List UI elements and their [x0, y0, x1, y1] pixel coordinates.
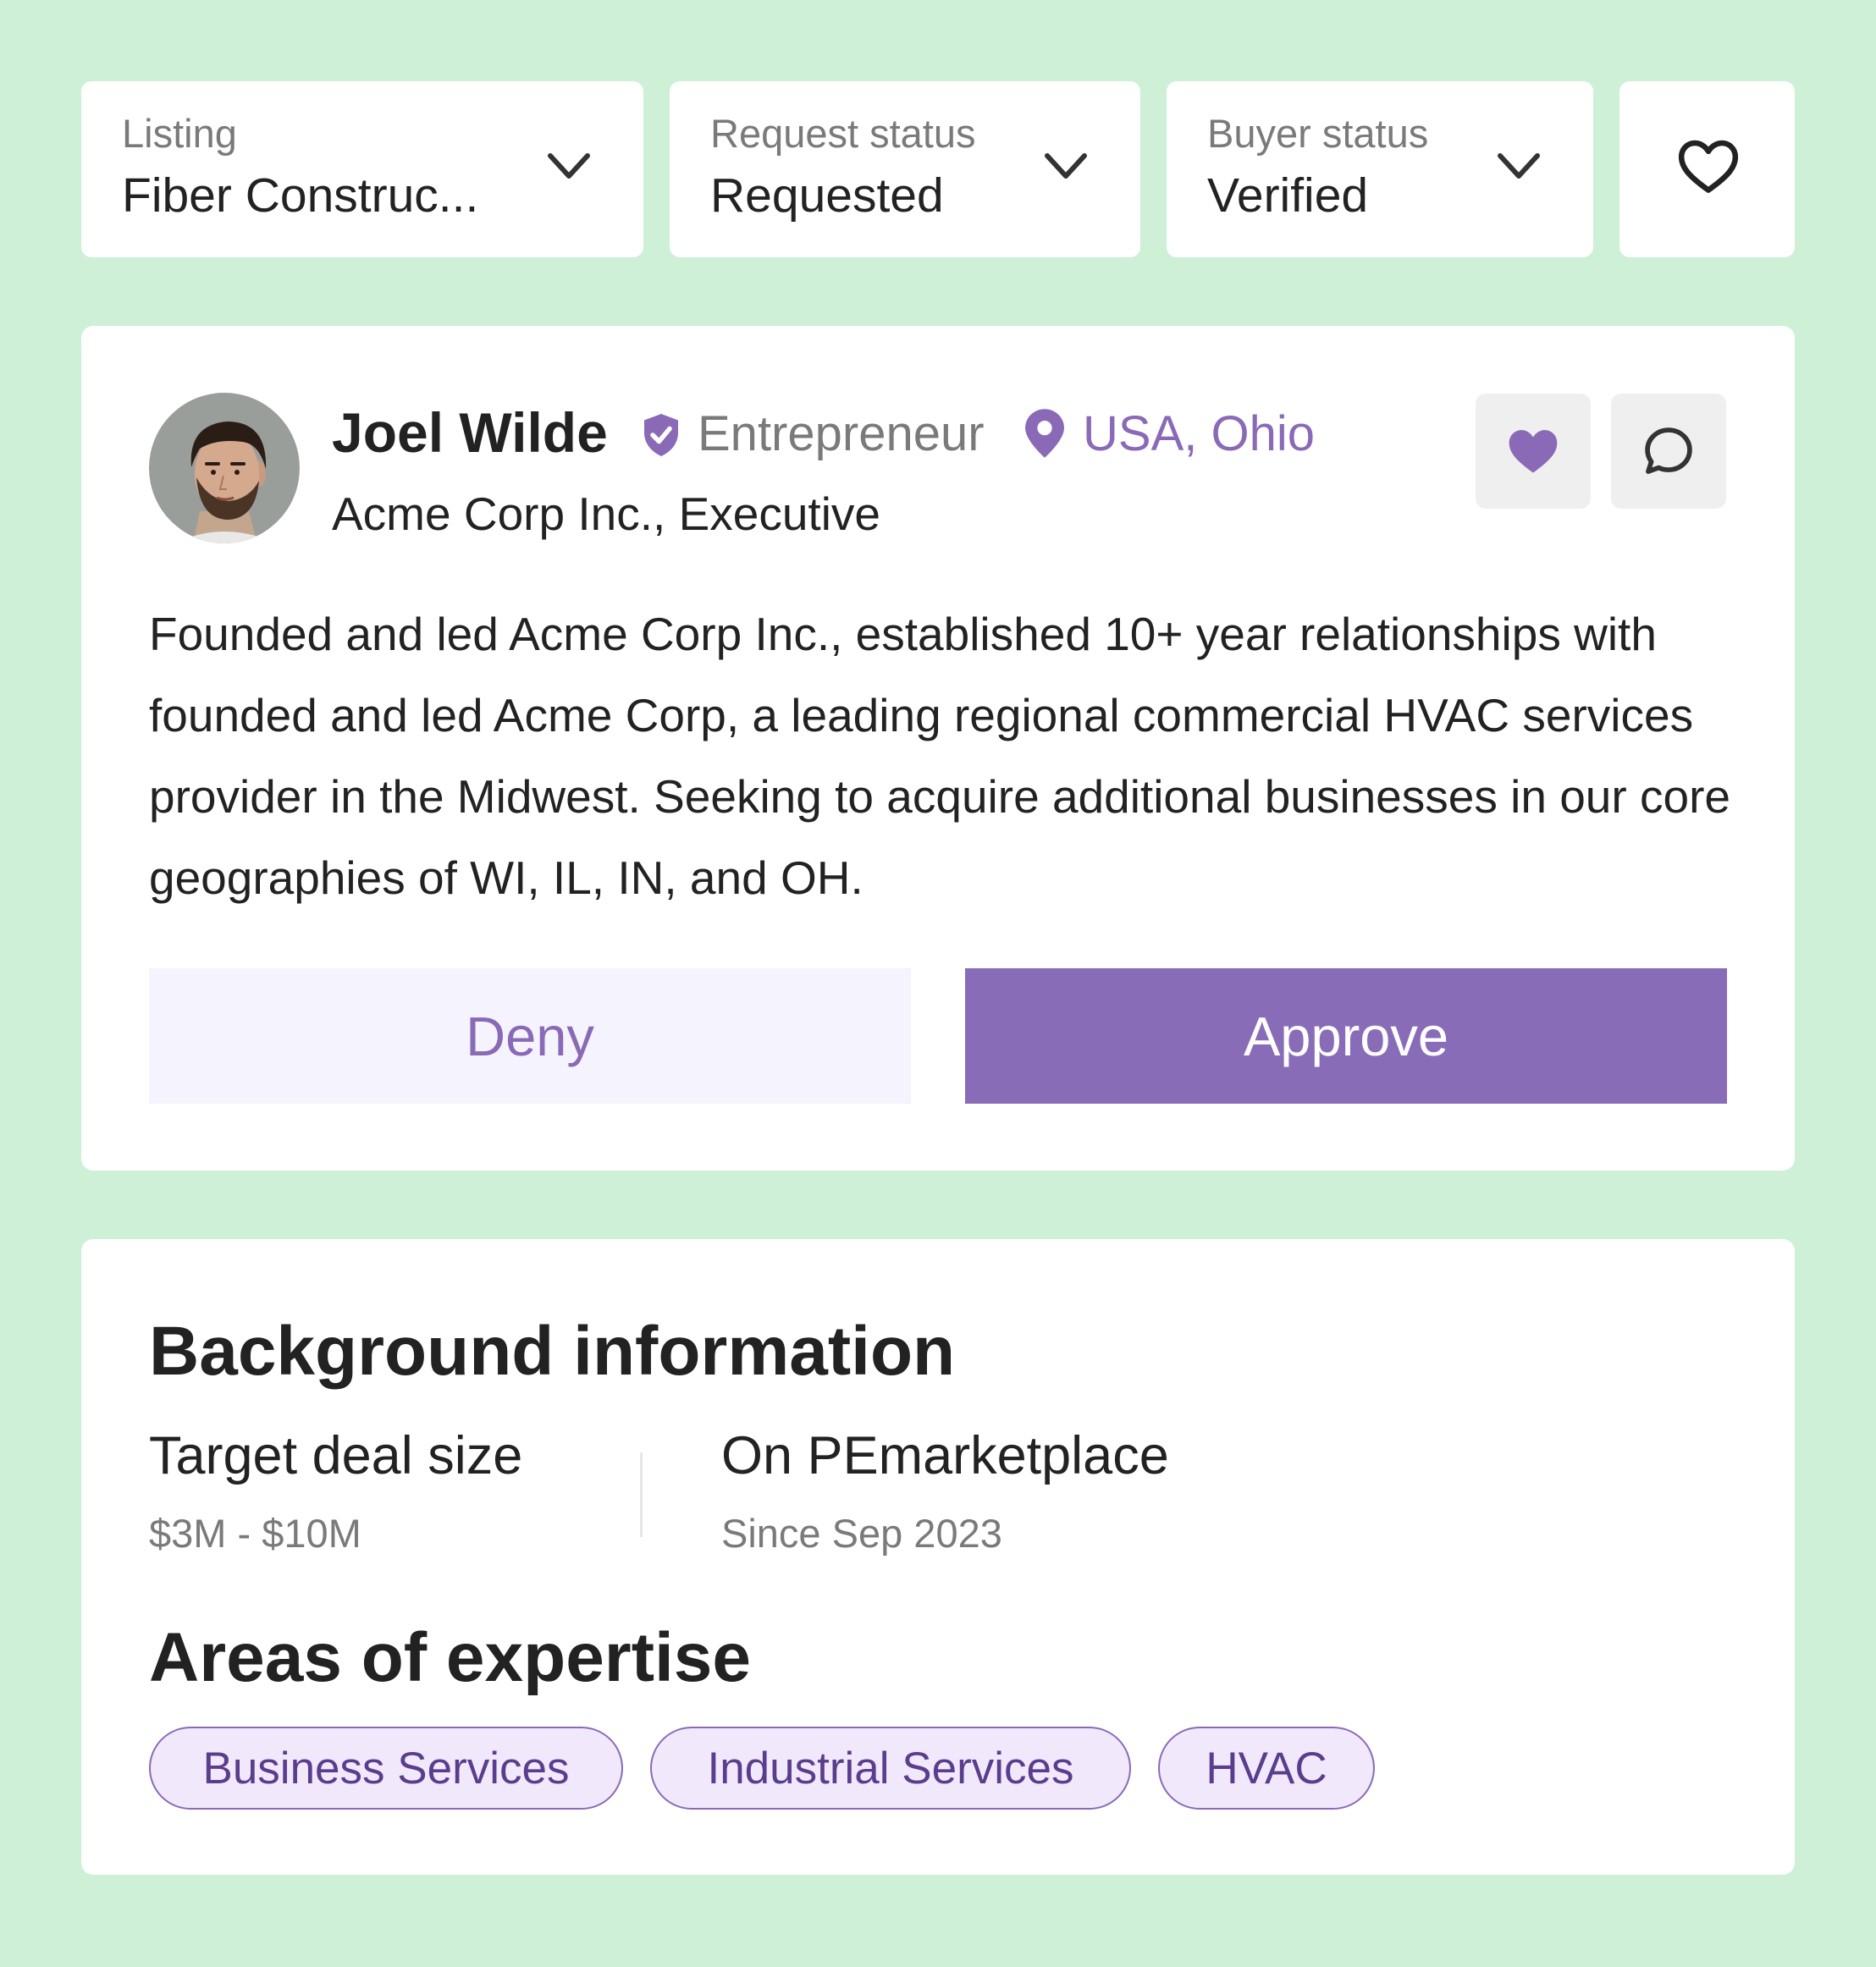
buyer-name[interactable]: Joel Wilde — [332, 400, 608, 465]
background-information-card: Background information Target deal size … — [81, 1239, 1795, 1875]
favorites-filter-button[interactable] — [1619, 81, 1795, 257]
heart-filled-icon — [1509, 430, 1558, 473]
chevron-down-icon — [1498, 153, 1540, 179]
chat-bubble-icon — [1645, 427, 1692, 474]
expertise-tag[interactable]: HVAC — [1158, 1727, 1375, 1810]
expertise-tag[interactable]: Business Services — [149, 1727, 623, 1810]
request-status-value: Requested — [710, 168, 944, 223]
request-status-filter[interactable]: Request status Requested — [670, 81, 1140, 257]
buyer-bio: Founded and led Acme Corp Inc., establis… — [149, 608, 1730, 904]
chevron-down-icon — [548, 153, 590, 179]
listing-filter-value: Fiber Construc... — [122, 168, 479, 223]
buyer-status-filter[interactable]: Buyer status Verified — [1167, 81, 1593, 257]
target-deal-size-label: Target deal size — [149, 1426, 523, 1485]
avatar — [149, 393, 300, 543]
chevron-down-icon — [1045, 153, 1087, 179]
buyer-status-value: Verified — [1207, 168, 1369, 223]
request-status-label: Request status — [710, 111, 976, 156]
message-button[interactable] — [1611, 394, 1726, 509]
buyer-location: USA, Ohio — [1083, 406, 1315, 461]
target-deal-size-value: $3M - $10M — [149, 1511, 361, 1556]
platform-membership-value: Since Sep 2023 — [721, 1511, 1002, 1556]
location-pin-icon — [1025, 409, 1064, 458]
deny-button[interactable]: Deny — [149, 968, 911, 1104]
buyer-status-label: Buyer status — [1207, 111, 1429, 156]
buyer-role: Entrepreneur — [698, 406, 985, 461]
approve-button[interactable]: Approve — [965, 968, 1727, 1104]
background-information-title: Background information — [149, 1313, 956, 1390]
expertise-tag[interactable]: Industrial Services — [650, 1727, 1131, 1810]
buyer-company: Acme Corp Inc., Executive — [332, 488, 881, 540]
listing-filter-label: Listing — [122, 111, 237, 156]
buyer-profile-card: Joel Wilde Entrepreneur USA, Ohio Acme C… — [81, 326, 1795, 1171]
verified-shield-icon — [644, 414, 678, 456]
stat-divider — [640, 1452, 643, 1537]
heart-outline-icon — [1678, 140, 1739, 193]
favorite-button[interactable] — [1476, 394, 1591, 509]
platform-membership-label: On PEmarketplace — [721, 1426, 1169, 1485]
listing-filter[interactable]: Listing Fiber Construc... — [81, 81, 643, 257]
areas-of-expertise-title: Areas of expertise — [149, 1619, 752, 1696]
